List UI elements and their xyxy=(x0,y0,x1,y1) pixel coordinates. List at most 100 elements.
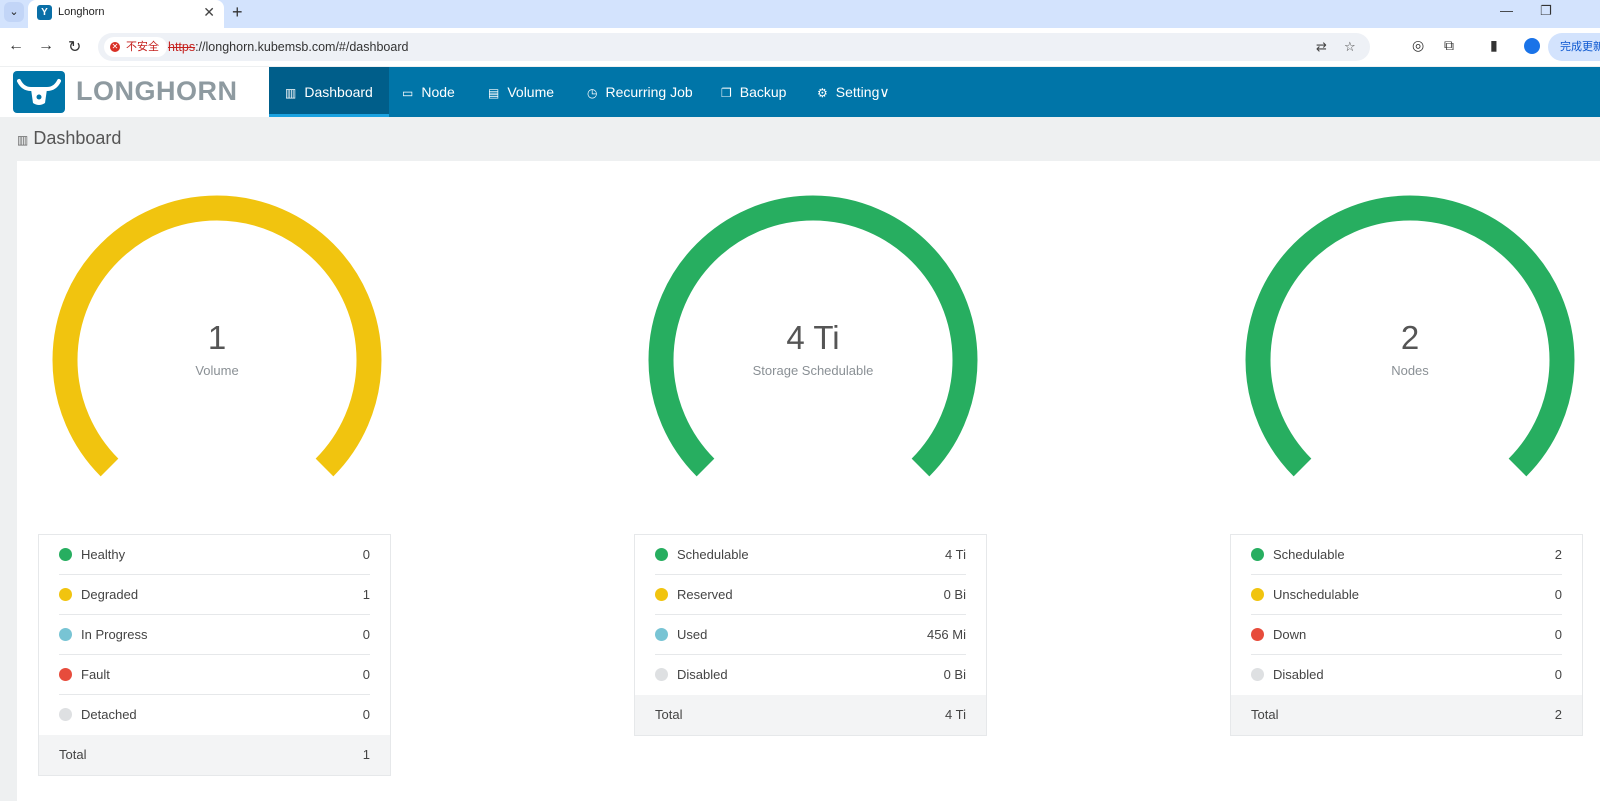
stat-value: 2 xyxy=(1554,547,1562,562)
status-dot xyxy=(655,628,668,641)
lens-icon[interactable]: ◎ xyxy=(1412,37,1424,54)
status-dot xyxy=(59,708,72,721)
status-dot xyxy=(59,548,72,561)
status-dot xyxy=(1251,668,1264,681)
storage-gauge[interactable]: 4 Ti Storage Schedulable xyxy=(643,191,983,491)
page-title: ▥ Dashboard xyxy=(17,128,121,149)
stat-total-row: Total 4 Ti xyxy=(635,695,986,735)
clock-icon: ◷ xyxy=(587,86,598,100)
extensions-icon[interactable]: ⧉ xyxy=(1444,37,1454,54)
stat-value: 0 xyxy=(1554,667,1562,682)
warning-icon: ✕ xyxy=(110,42,120,52)
total-label: Total xyxy=(655,707,683,722)
stat-label: Detached xyxy=(81,707,137,722)
minimize-icon[interactable]: — xyxy=(1500,3,1513,18)
status-dot xyxy=(655,548,668,561)
status-dot xyxy=(655,588,668,601)
longhorn-favicon-icon: Y xyxy=(37,5,52,20)
stat-row[interactable]: Degraded 1 xyxy=(59,575,370,615)
stat-row[interactable]: Schedulable 2 xyxy=(1251,535,1562,575)
volume-gauge[interactable]: 1 Volume xyxy=(47,191,387,491)
address-bar[interactable]: ✕ 不安全 https://longhorn.kubemsb.com/#/das… xyxy=(98,33,1370,61)
nav-label: Node xyxy=(421,84,455,100)
stat-row[interactable]: Fault 0 xyxy=(59,655,370,695)
stat-label: Healthy xyxy=(81,547,126,562)
stat-row[interactable]: Schedulable 4 Ti xyxy=(655,535,966,575)
gauge-label: Nodes xyxy=(1391,363,1429,378)
stat-value: 0 xyxy=(362,707,370,722)
status-dot xyxy=(1251,548,1264,561)
status-dot xyxy=(59,668,72,681)
nav-backup[interactable]: ❐ Backup xyxy=(705,67,802,117)
tab-title: Longhorn xyxy=(58,6,105,18)
app-header: LONGHORN ▥ Dashboard ▭ Node ▤ Volume ◷ Recur… xyxy=(0,67,1600,117)
restore-icon[interactable]: ❐ xyxy=(1540,3,1552,19)
url-text[interactable]: https://longhorn.kubemsb.com/#/dashboard xyxy=(168,40,408,54)
nav-setting[interactable]: ⚙ Setting∨ xyxy=(801,67,906,117)
storage-stats: Schedulable 4 Ti Reserved 0 Bi Used 456 Mi … xyxy=(634,534,987,736)
nodes-gauge[interactable]: 2 Nodes xyxy=(1240,191,1580,491)
update-button[interactable]: 完成更新 xyxy=(1548,33,1600,61)
nav-label: Recurring Job xyxy=(605,84,693,100)
status-dot xyxy=(655,668,668,681)
stat-value: 0 xyxy=(362,627,370,642)
nav-node[interactable]: ▭ Node xyxy=(386,67,471,117)
stat-label: Disabled xyxy=(677,667,728,682)
new-tab-button[interactable]: + xyxy=(232,2,243,23)
stat-row[interactable]: Disabled 0 Bi xyxy=(655,655,966,695)
longhorn-logo-icon xyxy=(13,71,65,113)
security-chip[interactable]: ✕ 不安全 xyxy=(104,37,167,57)
side-panel-icon[interactable]: ▮ xyxy=(1490,37,1498,54)
stat-label: Schedulable xyxy=(677,547,749,562)
total-value: 4 Ti xyxy=(945,707,966,722)
stat-row[interactable]: Unschedulable 0 xyxy=(1251,575,1562,615)
stat-row[interactable]: Healthy 0 xyxy=(59,535,370,575)
gauge-value: 4 Ti xyxy=(786,319,840,356)
chart-icon: ▥ xyxy=(285,86,297,100)
stat-row[interactable]: In Progress 0 xyxy=(59,615,370,655)
total-value: 2 xyxy=(1554,707,1562,722)
url-scheme: https xyxy=(168,40,196,54)
tab-search-button[interactable]: ⌄ xyxy=(4,2,24,22)
stat-row[interactable]: Down 0 xyxy=(1251,615,1562,655)
gauge-value: 1 xyxy=(207,319,227,356)
stat-row[interactable]: Disabled 0 xyxy=(1251,655,1562,695)
stat-row[interactable]: Detached 0 xyxy=(59,695,370,735)
stat-total-row: Total 2 xyxy=(1231,695,1582,735)
close-icon[interactable]: ✕ xyxy=(203,4,215,21)
status-dot xyxy=(59,588,72,601)
stat-value: 1 xyxy=(362,587,370,602)
browser-toolbar: ← → ↻ ✕ 不安全 https://longhorn.kubemsb.com… xyxy=(0,28,1600,66)
reload-icon[interactable]: ↻ xyxy=(68,37,81,57)
nodes-stats: Schedulable 2 Unschedulable 0 Down 0 Disabl… xyxy=(1230,534,1583,736)
chevron-down-icon: ∨ xyxy=(879,84,890,100)
stat-label: In Progress xyxy=(81,627,148,642)
back-icon[interactable]: ← xyxy=(8,37,24,55)
nav-dashboard[interactable]: ▥ Dashboard xyxy=(269,67,389,117)
gauge-value: 2 xyxy=(1400,319,1420,356)
nav-volume[interactable]: ▤ Volume xyxy=(472,67,570,117)
stat-label: Fault xyxy=(81,667,110,682)
stat-label: Degraded xyxy=(81,587,139,602)
gauge-label: Storage Schedulable xyxy=(752,363,874,378)
browser-tab-bar: ⌄ Y Longhorn ✕ + — ❐ xyxy=(0,0,1600,28)
gear-icon: ⚙ xyxy=(817,86,828,100)
stat-label: Schedulable xyxy=(1273,547,1345,562)
forward-icon[interactable]: → xyxy=(38,37,54,55)
star-icon[interactable]: ☆ xyxy=(1344,39,1356,55)
stat-row[interactable]: Used 456 Mi xyxy=(655,615,966,655)
total-label: Total xyxy=(59,747,87,762)
stat-value: 0 xyxy=(362,667,370,682)
browser-tab[interactable]: Y Longhorn ✕ xyxy=(28,0,224,28)
stat-row[interactable]: Reserved 0 Bi xyxy=(655,575,966,615)
total-label: Total xyxy=(1251,707,1279,722)
url-rest: ://longhorn.kubemsb.com/#/dashboard xyxy=(195,40,409,54)
brand[interactable]: LONGHORN xyxy=(0,67,269,117)
total-value: 1 xyxy=(362,747,370,762)
stat-value: 0 Bi xyxy=(943,587,966,602)
profile-avatar-icon[interactable] xyxy=(1524,38,1540,54)
translate-icon[interactable]: ⇄ xyxy=(1316,39,1327,55)
stat-label: Disabled xyxy=(1273,667,1324,682)
main-nav: ▥ Dashboard ▭ Node ▤ Volume ◷ Recurring Job … xyxy=(269,67,1600,117)
nav-recurring-job[interactable]: ◷ Recurring Job xyxy=(571,67,709,117)
